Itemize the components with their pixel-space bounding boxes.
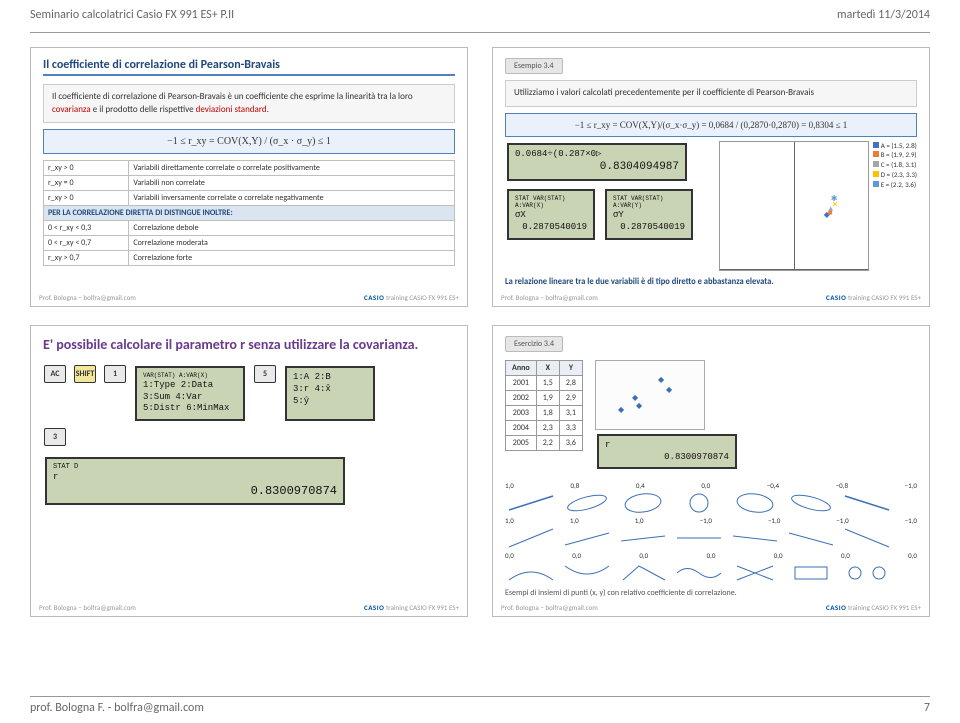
plot-icon [673,527,725,549]
header-left: Seminario calcolatrici Casio FX 991 ES+ … [30,8,234,22]
plot-icon [729,562,781,584]
plot-icon [617,562,669,584]
plot-icon [785,562,837,584]
page-header: Seminario calcolatrici Casio FX 991 ES+ … [30,8,930,22]
plot-icon [617,492,669,514]
slide-esempio-3-4: Esempio 3.4 Utilizziamo i valori calcola… [492,47,930,307]
data-table: Anno X Y 20011,52,8 20021,92,9 20031,83,… [505,360,583,451]
plot-icon [561,527,613,549]
key-5[interactable]: 5 [254,365,276,383]
key-sequence-1: AC SHIFT 1 VAR(STAT) A:VAR(X) 1:Type 2:D… [43,364,455,423]
mini-scatter: ◆ ◆ ◆ ◆ ◆ [595,360,705,430]
casio-logo: CASIO [364,293,384,302]
formula-main: −1 ≤ r_xy = COV(X,Y) / (σ_x · σ_y) ≤ 1 [43,129,455,154]
esempio-intro: Utilizziamo i valori calcolati precedent… [505,80,917,107]
plot-icon [729,527,781,549]
footer-author: prof. Bologna F. - bolfra@gmail.com [30,701,204,715]
scatter-legend: A = (1.5, 2.8) B = (1.9, 2.9) C = (1.8, … [869,141,917,271]
slide-calc-r: E' possibile calcolare il parametro r se… [30,325,468,617]
plot-icon [561,562,613,584]
calc-screen-sy: STAT VAR(STAT) A:VAR(Y) σY 0.2870540019 [605,189,693,240]
plot-icon [561,492,613,514]
key-3[interactable]: 3 [44,428,66,446]
plot-icon [673,492,725,514]
calc-screen-division: 0.0684÷(0.287×0▷ 0.8304094987 [507,143,687,181]
esercizio-tag: Esercizio 3.4 [505,336,563,352]
calc-menu-2: 1:A 2:B 3:r 4:x̂ 5:ŷ [285,366,375,421]
footer-pagenum: 7 [924,701,930,715]
key-shift[interactable]: SHIFT [74,365,96,383]
interpretation-table: r_xy > 0Variabili direttamente correlate… [43,160,455,266]
calc-menu-1: VAR(STAT) A:VAR(X) 1:Type 2:Data 3:Sum 4… [135,366,245,421]
casio-logo: CASIO [826,603,846,612]
calc-screen-sx: STAT VAR(STAT) A:VAR(X) σX 0.2870540019 [507,189,595,240]
slide-title: Il coefficiente di correlazione di Pears… [43,58,455,76]
key-1[interactable]: 1 [104,365,126,383]
plot-icon [505,562,557,584]
slide-esercizio-3-4: Esercizio 3.4 Anno X Y 20011,52,8 20021,… [492,325,930,617]
plot-icon [729,492,781,514]
slide-pearson-definition: Il coefficiente di correlazione di Pears… [30,47,468,307]
casio-logo: CASIO [826,293,846,302]
key-ac[interactable]: AC [44,365,66,383]
page-footer: prof. Bologna F. - bolfra@gmail.com 7 [30,696,930,715]
definition-box: Il coefficiente di correlazione di Pears… [43,84,455,123]
calc-r-ex: r 0.8300970874 [597,434,737,469]
conclusion: La relazione lineare tra le due variabil… [505,277,917,287]
slides-grid: Il coefficiente di correlazione di Pears… [30,47,930,617]
plot-icon [617,527,669,549]
slide-footer: Prof. Bologna – bolfra@gmail.com CASIO t… [501,603,921,612]
plot-icon [841,562,893,584]
plot-icon [841,527,893,549]
rule [30,32,930,33]
calc-result-r: STAT D r 0.8300970874 [45,457,345,505]
esempio-tag: Esempio 3.4 [505,58,563,74]
plot-icon [505,492,557,514]
slide-footer: Prof. Bologna – bolfra@gmail.com CASIO t… [39,603,459,612]
plot-icon [785,492,837,514]
slide-footer: Prof. Bologna – bolfra@gmail.com CASIO t… [501,293,921,302]
plot-icon [505,527,557,549]
header-right: martedì 11/3/2014 [837,8,930,22]
plot-icon [785,527,837,549]
plot-icon [841,492,893,514]
plot-icon [673,562,725,584]
key-sequence-2: 3 [43,427,455,447]
examples-caption: Esempi di insiemi di punti (x, y) con re… [505,588,917,598]
correlation-examples: 1,00,80,40,0−0,4−0,8−1,0 1,01,01,0−1,0−1… [505,481,917,584]
scatter-chart: ◆ ■ ▲ ✕ ✱ [719,141,869,271]
formula-esempio: −1 ≤ r_xy = COV(X,Y)/(σ_x·σ_y) = 0,0684 … [505,113,917,137]
slide-title: E' possibile calcolare il parametro r se… [43,336,455,356]
casio-logo: CASIO [364,603,384,612]
slide-footer: Prof. Bologna – bolfra@gmail.com CASIO t… [39,293,459,302]
